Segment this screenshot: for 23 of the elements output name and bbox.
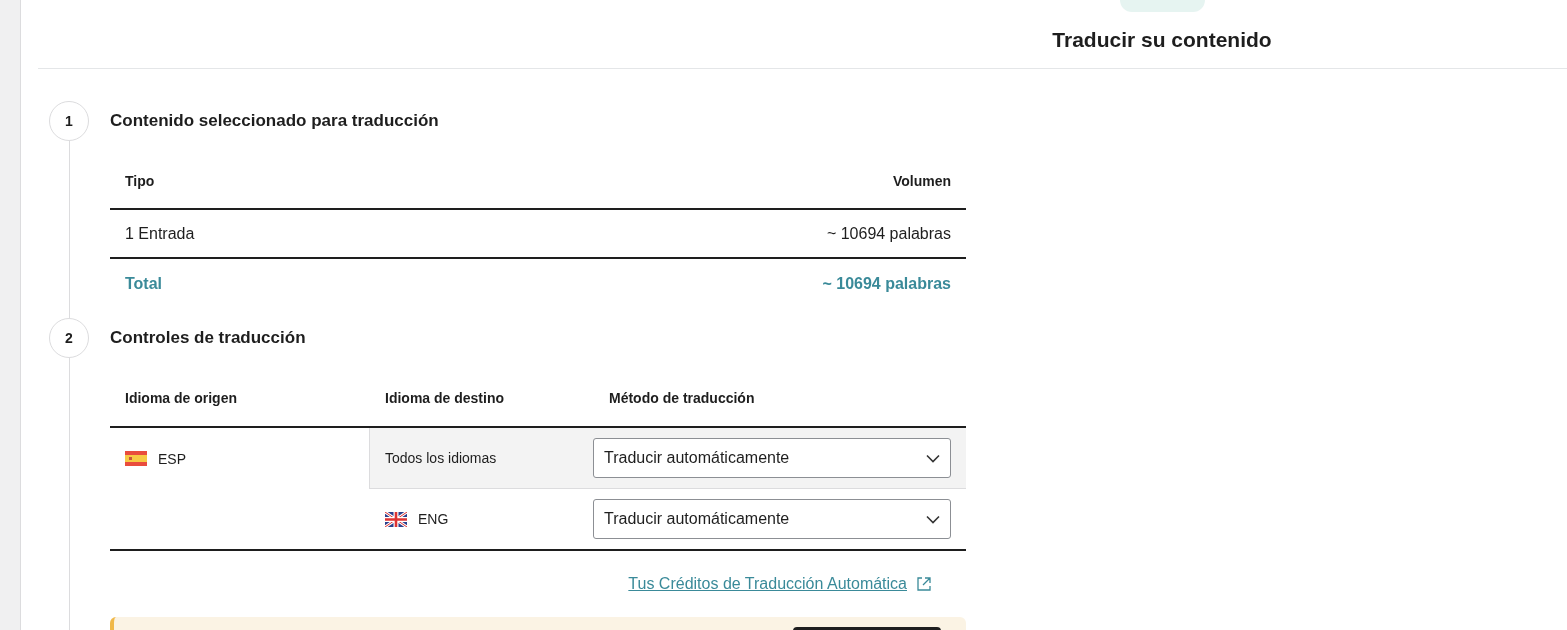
spain-flag-icon	[125, 451, 147, 466]
chevron-down-icon	[926, 514, 940, 524]
chevron-down-icon	[926, 453, 940, 463]
total-value: ~ 10694 palabras	[822, 275, 951, 293]
column-header: Idioma de origen	[124, 390, 238, 406]
method-dropdown[interactable]: Traducir automáticamente	[593, 438, 951, 478]
method-dropdown[interactable]: Traducir automáticamente	[593, 499, 951, 539]
credits-link[interactable]: Tus Créditos de Traducción Automática	[628, 575, 907, 593]
page-title: Traducir su contenido	[1052, 28, 1272, 52]
target-language: ENG	[418, 511, 449, 527]
target-language: Todos los idiomas	[385, 450, 497, 466]
step-title: Controles de traducción	[110, 327, 307, 349]
column-header: Método de traducción	[608, 390, 756, 406]
uk-flag-icon	[385, 511, 407, 527]
step-title: Contenido seleccionado para traducción	[110, 110, 440, 132]
table-cell: ~ 10694 palabras	[826, 224, 951, 243]
external-link-icon[interactable]	[916, 576, 932, 592]
source-language: ESP	[158, 450, 186, 467]
column-header: Tipo	[125, 173, 155, 189]
column-header: Idioma de destino	[384, 390, 505, 406]
total-label: Total	[125, 275, 163, 293]
column-header: Volumen	[892, 173, 951, 189]
table-cell: 1 Entrada	[125, 224, 195, 243]
